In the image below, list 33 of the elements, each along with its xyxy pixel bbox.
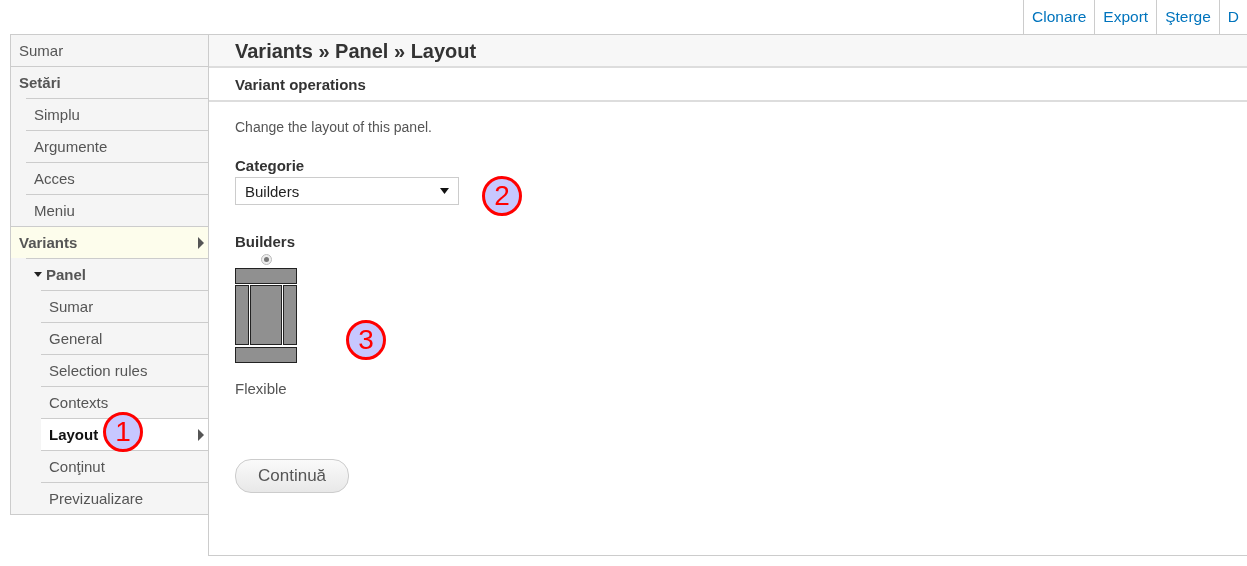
layout-label: Flexible: [235, 380, 287, 397]
sidebar-item[interactable]: Panel: [26, 259, 208, 290]
sidebar-item[interactable]: Argumente: [26, 131, 208, 162]
sidebar-item[interactable]: Selection rules: [41, 355, 208, 386]
sidebar-item[interactable]: Sumar: [41, 291, 208, 322]
sidebar-item[interactable]: Variants: [11, 227, 208, 258]
action-link[interactable]: Şterge: [1156, 0, 1219, 34]
action-link[interactable]: D: [1218, 0, 1247, 34]
action-link[interactable]: Export: [1094, 0, 1157, 34]
sidebar-item[interactable]: Previzualizare: [41, 483, 208, 514]
arrow-icon: [198, 428, 204, 441]
arrow-icon: [198, 236, 204, 249]
sidebar-item[interactable]: Sumar: [11, 35, 208, 66]
sidebar-item[interactable]: Contexts: [41, 387, 208, 418]
sidebar-item[interactable]: Conţinut: [41, 451, 208, 482]
sidebar-item[interactable]: Setări: [11, 67, 208, 98]
sidebar-item[interactable]: General: [41, 323, 208, 354]
field-label: Categorie: [235, 157, 306, 174]
action-link[interactable]: Clonare: [1023, 0, 1095, 34]
dropdown-arrow-icon: [440, 188, 449, 194]
radio-button[interactable]: [260, 254, 272, 265]
sidebar-item[interactable]: Meniu: [26, 195, 208, 226]
group-title: Builders: [235, 233, 296, 250]
section-title: Variant operations: [209, 68, 1247, 102]
layout-icon: [235, 268, 297, 364]
page-title: Variants » Panel » Layout: [209, 35, 1247, 68]
category-select[interactable]: Builders: [235, 177, 459, 205]
number-callout-tooltip: 2: [482, 176, 522, 216]
description: Change the layout of this panel.: [235, 119, 433, 135]
number-callout-tooltip: 3: [346, 320, 386, 360]
sidebar-item[interactable]: Simplu: [26, 99, 208, 130]
continue-button[interactable]: Continuă: [235, 459, 350, 493]
sidebar-item[interactable]: Acces: [26, 163, 208, 194]
